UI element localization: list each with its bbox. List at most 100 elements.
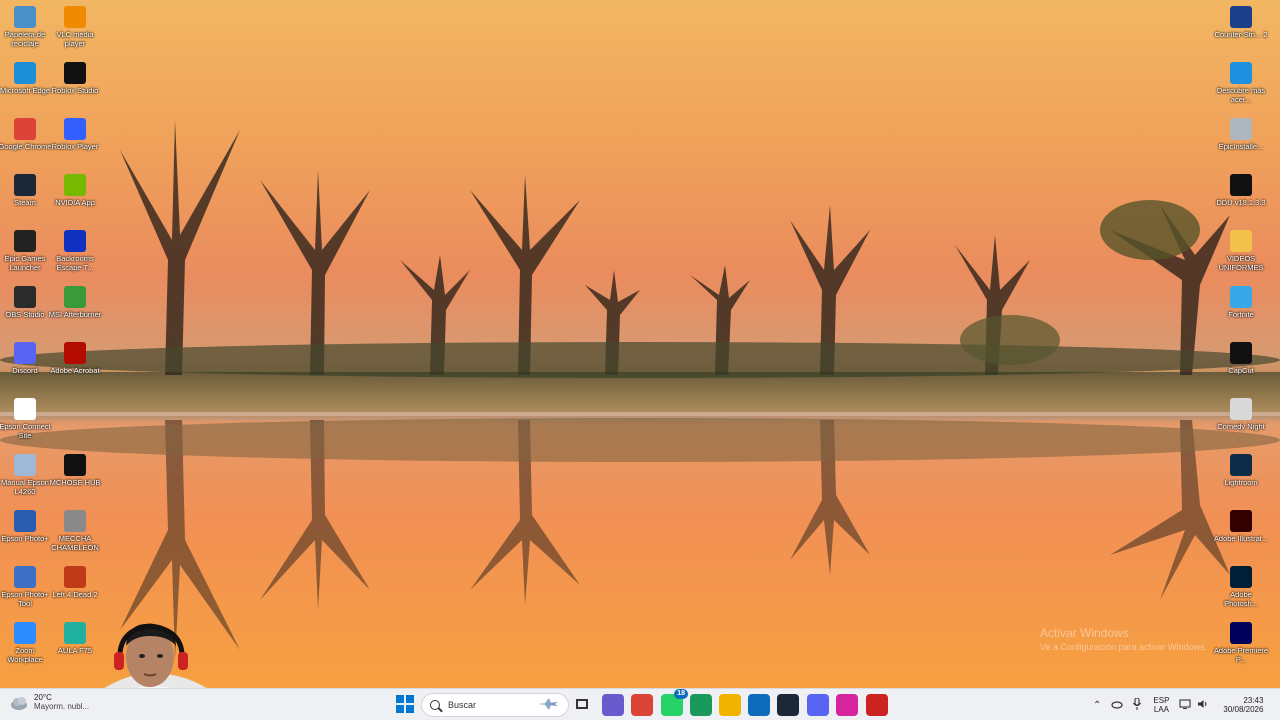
desktop-shortcut-label: DDU v18.1.3.3	[1216, 198, 1266, 207]
desktop-shortcut-epson-connect[interactable]: Epson Connect Site	[0, 392, 51, 446]
meccha-icon	[64, 510, 86, 532]
onedrive-icon[interactable]	[1111, 699, 1123, 711]
discord-icon	[14, 342, 36, 364]
desktop-shortcut-label: NVIDIA App	[55, 198, 95, 207]
desktop-shortcut-label: OBS Studio	[5, 310, 45, 319]
desktop-shortcut-label: Epson Photo+ Tool	[1, 590, 49, 608]
desktop-shortcut-epson-photo-tool[interactable]: Epson Photo+ Tool	[0, 560, 50, 614]
desktop-shortcut-left4dead[interactable]: Left 4 Dead 2	[50, 560, 100, 614]
taskbar-chrome-profile[interactable]	[690, 694, 712, 716]
desktop-shortcut-discover[interactable]: Descubre más acer...	[1216, 56, 1266, 110]
desktop-shortcut-lightroom[interactable]: Lightroom	[1216, 448, 1266, 502]
desktop-shortcut-label: VIDEOS UNIFORMES	[1218, 254, 1264, 272]
desktop-shortcut-vlc[interactable]: VLC media player	[50, 0, 100, 54]
desktop-shortcut-label: Microsoft Edge	[0, 86, 51, 95]
taskbar-whatsapp[interactable]: 18	[661, 689, 688, 716]
desktop-shortcut-premiere[interactable]: Adobe Premiere P...	[1214, 616, 1268, 670]
folder-icon	[1230, 230, 1252, 252]
desktop-shortcut-steam[interactable]: Steam	[0, 168, 50, 222]
desktop-shortcut-label: Comedy Night	[1217, 422, 1265, 431]
clock[interactable]: 23:43 30/08/2026	[1223, 696, 1263, 714]
taskbar-explorer[interactable]	[719, 694, 741, 716]
desktop-shortcut-zoom[interactable]: Zoom Workplace	[0, 616, 50, 670]
mchose-icon	[64, 454, 86, 476]
task-view-icon	[575, 697, 589, 714]
desktop-shortcut-epic-installer[interactable]: EpicInstalle...	[1216, 112, 1266, 166]
taskbar-outlook[interactable]	[748, 694, 770, 716]
desktop-shortcut-meccha[interactable]: MECCHA CHAMELEON	[50, 504, 100, 558]
photoshop-icon	[1230, 566, 1252, 588]
7zip-icon	[1230, 174, 1252, 196]
language-code: ESP	[1153, 696, 1170, 705]
desktop-shortcut-acrobat[interactable]: Adobe Acrobat	[50, 336, 100, 390]
chevron-up-icon[interactable]: ⌃	[1093, 700, 1101, 711]
desktop-shortcut-7zip[interactable]: DDU v18.1.3.3	[1216, 168, 1266, 222]
desktop-shortcut-label: Epic Games Launcher	[4, 254, 46, 272]
recycle-bin-icon	[14, 6, 36, 28]
comedy-night-icon	[1230, 398, 1252, 420]
desktop-shortcut-fortnite[interactable]: Fortnite	[1216, 280, 1266, 334]
desktop-shortcut-label: Papelera de reciclaje	[4, 30, 46, 48]
desktop-shortcut-capcut[interactable]: CapCut	[1216, 336, 1266, 390]
desktop-shortcut-counter-strike[interactable]: Counter-Stri... 2	[1215, 0, 1267, 54]
taskbar-store[interactable]	[602, 694, 624, 716]
taskbar-discord[interactable]	[807, 694, 829, 716]
desktop-shortcut-photoshop[interactable]: Adobe Photosh...	[1216, 560, 1266, 614]
desktop-shortcut-roblox-studio[interactable]: Roblox Studio	[50, 56, 100, 110]
desktop-wallpaper: Papelera de reciclaje Microsoft Edge Googl…	[0, 0, 1280, 688]
wallpaper-tree-silhouettes	[0, 120, 1280, 660]
desktop-shortcut-recycle-bin[interactable]: Papelera de reciclaje	[0, 0, 50, 54]
desktop-shortcut-label: EpicInstalle...	[1218, 142, 1264, 151]
msi-afterburner-icon	[64, 286, 86, 308]
weather-condition: Mayorm. nubl...	[34, 702, 90, 711]
counter-strike-icon	[1230, 6, 1252, 28]
desktop-shortcut-obs[interactable]: OBS Studio	[0, 280, 50, 334]
zoom-icon	[14, 622, 36, 644]
desktop-shortcut-epic-games[interactable]: Epic Games Launcher	[0, 224, 50, 278]
epic-installer-icon	[1230, 118, 1252, 140]
desktop-shortcut-mchose[interactable]: MCHOSE HUB	[50, 448, 100, 502]
desktop-shortcut-discord[interactable]: Discord	[0, 336, 50, 390]
desktop-shortcut-msi-afterburner[interactable]: MSI Afterburner	[49, 280, 101, 334]
taskbar-steam[interactable]	[777, 694, 799, 716]
weather-widget[interactable]: 20°C Mayorm. nubl...	[8, 691, 89, 713]
language-indicator[interactable]: ESP LAA	[1153, 696, 1169, 714]
edge-icon	[14, 62, 36, 84]
desktop-shortcut-label: Epson Photo+	[1, 534, 49, 543]
desktop-shortcut-chrome[interactable]: Google Chrome	[0, 112, 51, 166]
network-icon[interactable]	[1179, 699, 1191, 711]
epson-photo-icon	[14, 510, 36, 532]
desktop-shortcut-label: Adobe Acrobat	[50, 366, 100, 375]
desktop-shortcut-comedy-night[interactable]: Comedy Night	[1216, 392, 1266, 446]
desktop-shortcut-label: Descubre más acer...	[1216, 86, 1266, 104]
discover-icon	[1230, 62, 1252, 84]
microphone-icon[interactable]	[1133, 697, 1142, 712]
acrobat-icon	[64, 342, 86, 364]
activate-windows-watermark: Activar Windows Ve a Configuración para …	[1040, 626, 1207, 652]
taskbar-taskview[interactable]	[571, 694, 593, 716]
start-button[interactable]	[394, 694, 416, 716]
premiere-icon	[1230, 622, 1252, 644]
desktop-shortcut-illustrator[interactable]: Adobe Illustrat...	[1214, 504, 1268, 558]
desktop-shortcut-label: Fortnite	[1228, 310, 1254, 319]
desktop-shortcut-label: Manual Epson L4260	[1, 478, 49, 496]
chrome-icon	[14, 118, 36, 140]
taskbar-chrome[interactable]	[631, 694, 653, 716]
notification-badge: 18	[674, 689, 688, 699]
desktop-shortcut-backrooms[interactable]: Backrooms Escape T...	[50, 224, 100, 278]
obs-icon	[14, 286, 36, 308]
desktop-shortcut-roblox-player[interactable]: Roblox Player	[50, 112, 100, 166]
desktop-shortcut-epson-manual[interactable]: Manual Epson L4260	[0, 448, 50, 502]
taskbar-airplane[interactable]	[537, 694, 559, 716]
desktop-shortcut-edge[interactable]: Microsoft Edge	[0, 56, 50, 110]
desktop-shortcut-nvidia[interactable]: NVIDIA App	[50, 168, 100, 222]
desktop-shortcut-label: Roblox Player	[51, 142, 99, 151]
volume-icon[interactable]	[1197, 699, 1209, 711]
taskbar-instagram[interactable]	[836, 694, 858, 716]
desktop-shortcut-folder[interactable]: VIDEOS UNIFORMES	[1216, 224, 1266, 278]
keyboard-layout: LAA	[1153, 705, 1169, 714]
desktop-shortcut-epson-photo[interactable]: Epson Photo+	[0, 504, 50, 558]
taskbar-app[interactable]	[866, 694, 888, 716]
cloud-icon	[11, 697, 27, 710]
steam-icon	[14, 174, 36, 196]
